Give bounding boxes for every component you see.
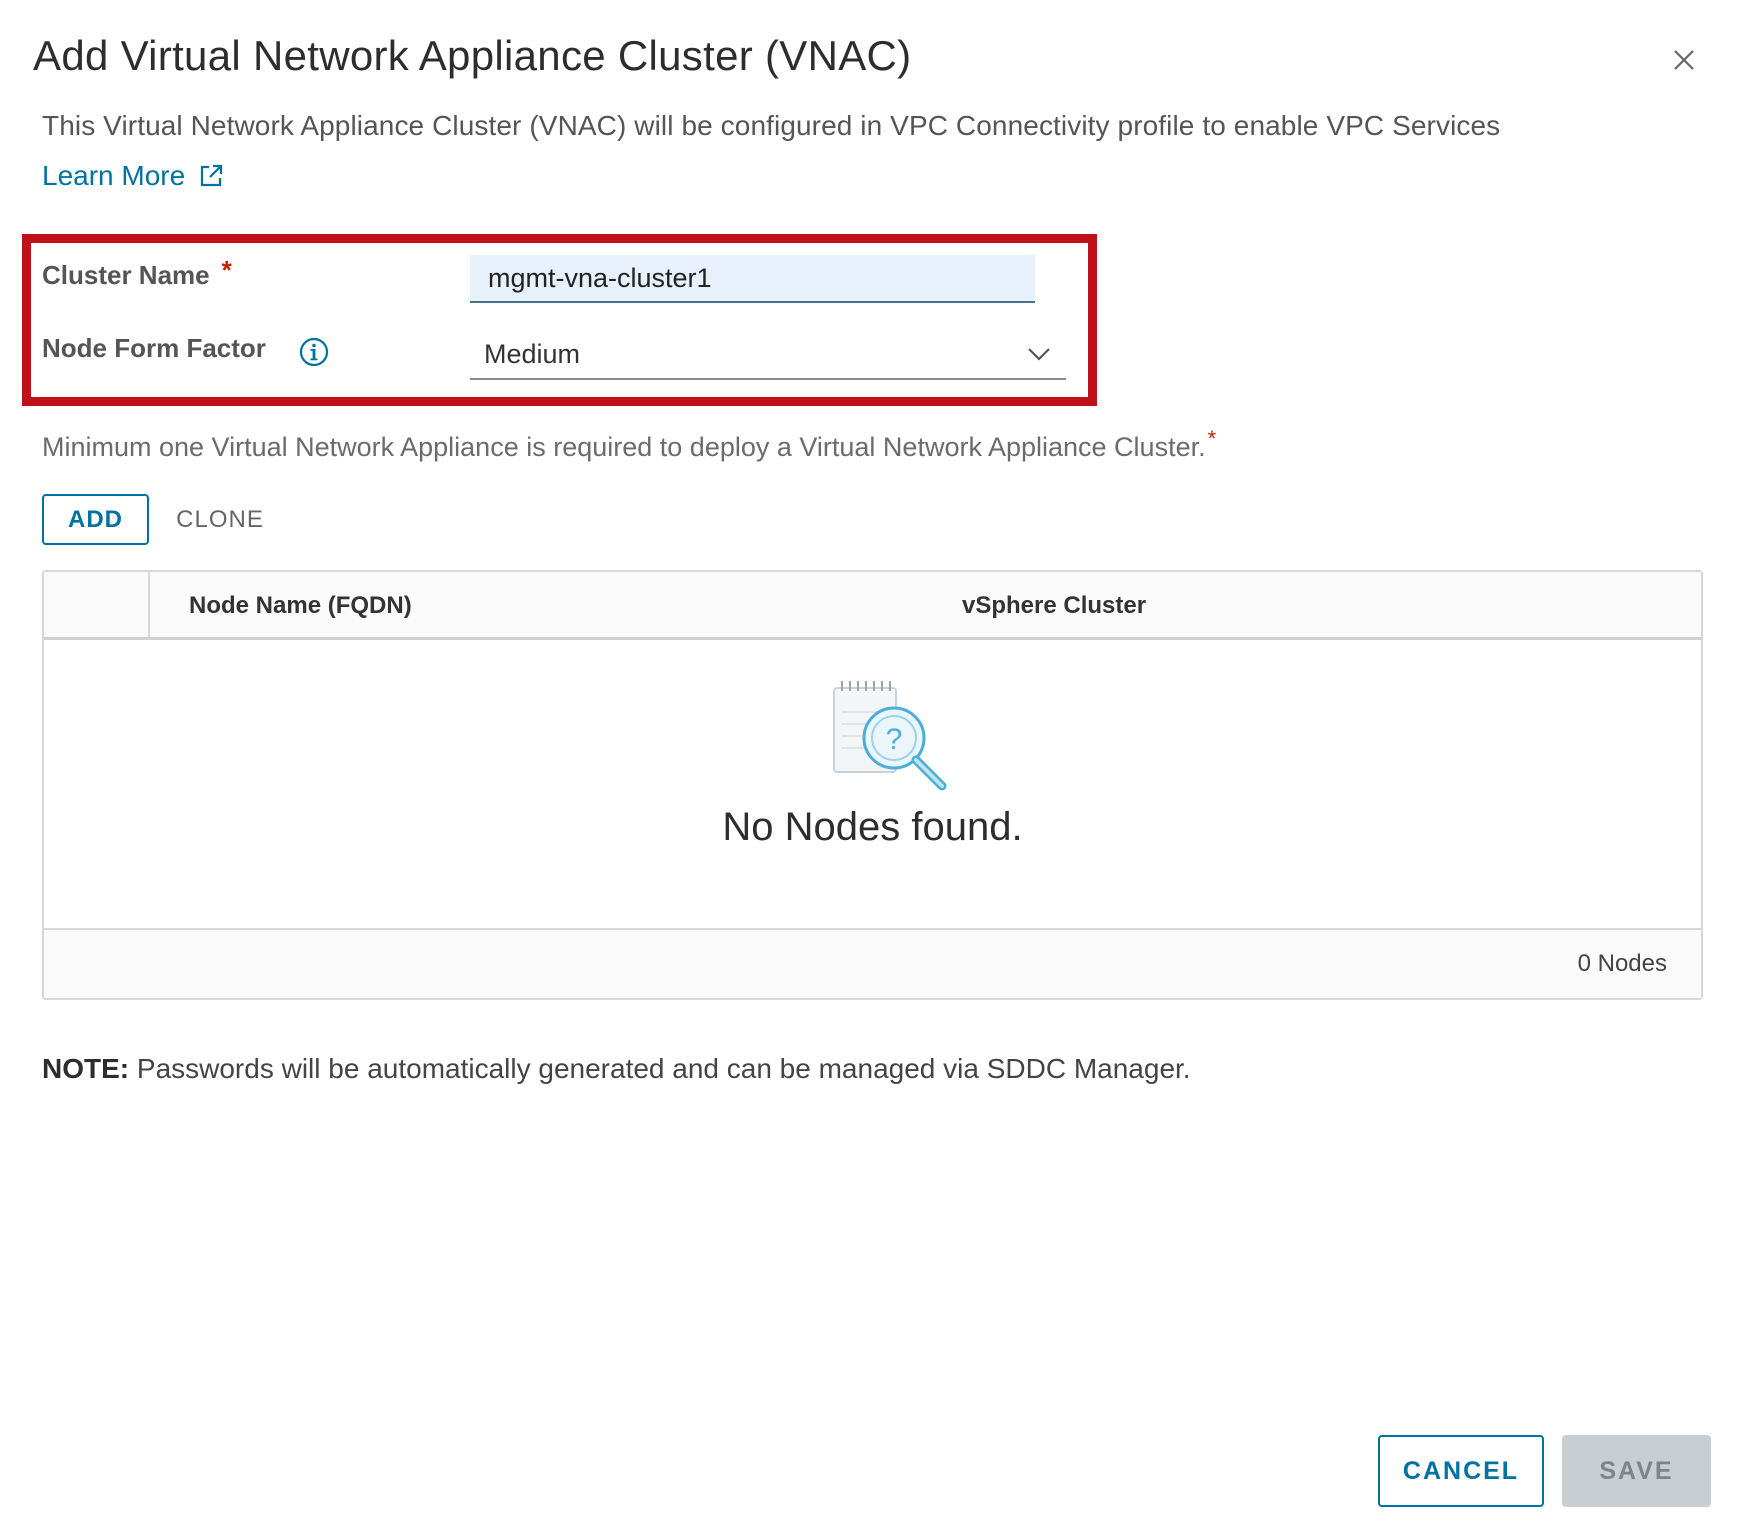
add-node-button[interactable]: ADD (42, 494, 149, 545)
dialog-title: Add Virtual Network Appliance Cluster (V… (33, 32, 912, 79)
clone-node-button[interactable]: CLONE (170, 494, 270, 545)
empty-message: No Nodes found. (722, 805, 1023, 849)
note-label: NOTE: (42, 1053, 130, 1084)
node-requirement-note: Minimum one Virtual Network Appliance is… (42, 426, 1216, 463)
node-form-factor-select[interactable]: Medium (470, 330, 1066, 380)
close-button[interactable] (1664, 40, 1704, 80)
cluster-name-input[interactable] (470, 255, 1035, 303)
info-icon[interactable] (298, 336, 330, 368)
node-count: 0 Nodes (1577, 950, 1667, 977)
node-form-factor-value: Medium (484, 338, 581, 369)
selection-column (44, 572, 150, 637)
password-note: NOTE: Passwords will be automatically ge… (42, 1053, 1191, 1085)
note-text: Passwords will be automatically generate… (129, 1053, 1191, 1084)
dialog-description: This Virtual Network Appliance Cluster (… (42, 110, 1501, 141)
required-marker: * (221, 255, 232, 285)
datagrid-footer: 0 Nodes (44, 928, 1701, 998)
close-icon (1674, 50, 1694, 70)
learn-more-link[interactable]: Learn More (42, 160, 225, 192)
datagrid-empty-state: ? No Nodes found. (44, 640, 1701, 930)
search-document-icon: ? (833, 681, 947, 791)
chevron-down-icon (1028, 348, 1050, 361)
node-requirement-text: Minimum one Virtual Network Appliance is… (42, 432, 1206, 462)
required-marker: * (1207, 426, 1217, 451)
cluster-name-label: Cluster Name * (42, 255, 232, 291)
svg-text:?: ? (886, 723, 903, 756)
add-vnac-dialog: Add Virtual Network Appliance Cluster (V… (0, 0, 1746, 1535)
datagrid-header: Node Name (FQDN) vSphere Cluster (44, 572, 1701, 640)
column-vsphere-cluster[interactable]: vSphere Cluster (962, 592, 1146, 620)
cancel-button[interactable]: CANCEL (1378, 1435, 1544, 1507)
cluster-name-label-text: Cluster Name (42, 260, 210, 290)
external-link-icon (201, 164, 223, 187)
node-form-factor-label: Node Form Factor (42, 333, 266, 363)
save-button[interactable]: SAVE (1562, 1435, 1711, 1507)
learn-more-label: Learn More (42, 160, 186, 191)
nodes-datagrid: Node Name (FQDN) vSphere Cluster ? No No… (42, 570, 1703, 1000)
column-node-name[interactable]: Node Name (FQDN) (189, 592, 412, 620)
